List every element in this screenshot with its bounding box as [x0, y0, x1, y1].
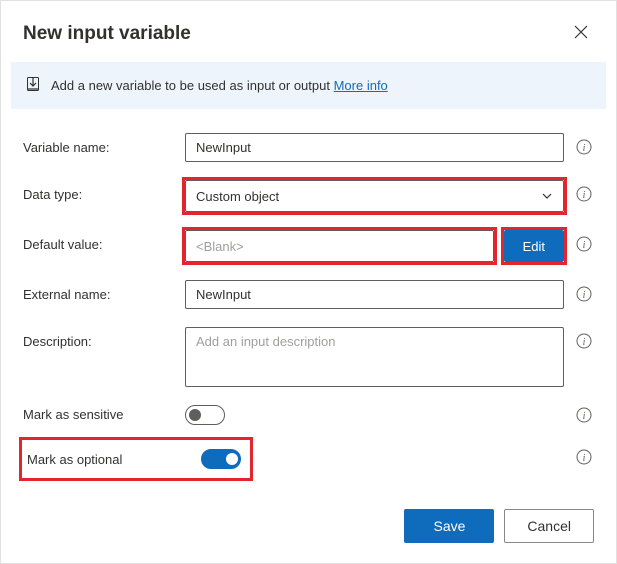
data-type-value: Custom object: [196, 189, 279, 204]
info-icon[interactable]: i: [574, 449, 594, 465]
default-value-field[interactable]: <Blank>: [185, 230, 494, 262]
data-type-select[interactable]: Custom object: [185, 180, 564, 212]
svg-text:i: i: [583, 411, 586, 422]
dialog-title: New input variable: [23, 23, 191, 45]
mark-sensitive-toggle[interactable]: [185, 405, 225, 425]
banner-message: Add a new variable to be used as input o…: [51, 78, 330, 93]
row-default-value: Default value: <Blank> Edit i: [23, 230, 594, 262]
label-external-name: External name:: [23, 280, 185, 302]
dialog-header: New input variable: [1, 1, 616, 62]
dialog-footer: Save Cancel: [1, 491, 616, 563]
close-button[interactable]: [568, 19, 594, 48]
download-icon: [25, 76, 41, 95]
row-mark-sensitive: Mark as sensitive i: [23, 405, 594, 425]
row-data-type: Data type: Custom object i: [23, 180, 594, 212]
row-description: Description: i: [23, 327, 594, 387]
mark-optional-toggle[interactable]: [201, 449, 241, 469]
info-icon[interactable]: i: [574, 139, 594, 155]
default-value-text: <Blank>: [196, 239, 244, 254]
edit-button[interactable]: Edit: [504, 230, 564, 262]
row-variable-name: Variable name: i: [23, 133, 594, 162]
label-variable-name: Variable name:: [23, 133, 185, 155]
row-mark-optional: Mark as optional i: [23, 443, 594, 475]
info-icon[interactable]: i: [574, 407, 594, 423]
save-button[interactable]: Save: [404, 509, 494, 543]
svg-text:i: i: [583, 290, 586, 301]
info-icon[interactable]: i: [574, 236, 594, 252]
label-mark-optional: Mark as optional: [27, 452, 177, 467]
external-name-input[interactable]: [185, 280, 564, 309]
form-body: Variable name: i Data type: Custom objec…: [1, 109, 616, 491]
row-external-name: External name: i: [23, 280, 594, 309]
chevron-down-icon: [541, 190, 553, 202]
label-data-type: Data type:: [23, 180, 185, 202]
info-banner: Add a new variable to be used as input o…: [11, 62, 606, 109]
svg-text:i: i: [583, 190, 586, 201]
more-info-link[interactable]: More info: [334, 78, 388, 93]
new-input-variable-dialog: New input variable Add a new variable to…: [0, 0, 617, 564]
variable-name-input[interactable]: [185, 133, 564, 162]
info-icon[interactable]: i: [574, 286, 594, 302]
svg-text:i: i: [583, 240, 586, 251]
label-mark-sensitive: Mark as sensitive: [23, 405, 185, 422]
close-icon: [574, 25, 588, 42]
cancel-button[interactable]: Cancel: [504, 509, 594, 543]
description-input[interactable]: [185, 327, 564, 387]
banner-text: Add a new variable to be used as input o…: [51, 78, 388, 93]
svg-text:i: i: [583, 337, 586, 348]
info-icon[interactable]: i: [574, 186, 594, 202]
label-description: Description:: [23, 327, 185, 349]
info-icon[interactable]: i: [574, 333, 594, 349]
svg-text:i: i: [583, 143, 586, 154]
svg-text:i: i: [583, 453, 586, 464]
label-default-value: Default value:: [23, 230, 185, 252]
